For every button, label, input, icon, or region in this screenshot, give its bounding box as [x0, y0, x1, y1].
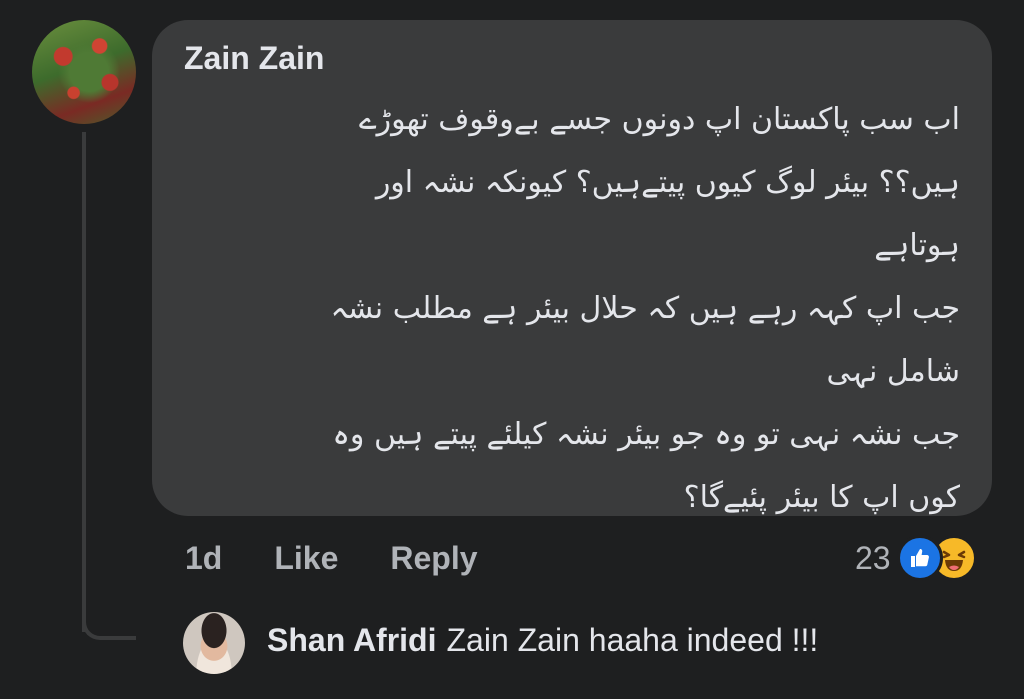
comment-line: کوں اپ کا بیئر پئیےگا؟ — [683, 480, 960, 515]
comment-line: جب اپ کہہ رہے ہیں کہ حلال بیئر ہے مطلب ن… — [330, 291, 960, 326]
comment-author-name[interactable]: Zain Zain — [184, 40, 324, 77]
reply-text: Zain Zain haaha indeed !!! — [446, 622, 819, 658]
comment-timestamp[interactable]: 1d — [185, 540, 222, 577]
reply-author-name[interactable]: Shan Afridi — [267, 622, 436, 658]
reaction-count: 23 — [855, 539, 891, 576]
reply-avatar[interactable] — [183, 612, 245, 674]
reply-button[interactable]: Reply — [390, 540, 477, 577]
thread-line — [82, 132, 86, 632]
comment-line: اب سب پاکستان اپ دونوں جسے بےوقوف تھوڑے — [359, 102, 960, 137]
comment-actions: 1d Like Reply — [185, 533, 478, 583]
reaction-summary[interactable]: 23 — [855, 533, 977, 583]
reply-comment: Shan Afridi Zain Zain haaha indeed !!! — [267, 622, 818, 659]
commenter-avatar[interactable] — [32, 20, 136, 124]
thread-connector — [82, 590, 136, 640]
comment-line: ہوتاہے — [874, 228, 960, 263]
comment-line: شامل نہی — [826, 354, 960, 389]
comment-line: جب نشہ نہی تو وہ جو بیئر نشہ کیلئے پیتے … — [332, 417, 960, 452]
comment-text: اب سب پاکستان اپ دونوں جسے بےوقوف تھوڑے … — [190, 88, 960, 529]
comment-line: ہیں؟؟ بیئر لوگ کیوں پیتےہیں؟ کیونکہ نشہ … — [375, 165, 960, 200]
like-button[interactable]: Like — [274, 540, 338, 577]
like-reaction-icon — [896, 535, 943, 581]
